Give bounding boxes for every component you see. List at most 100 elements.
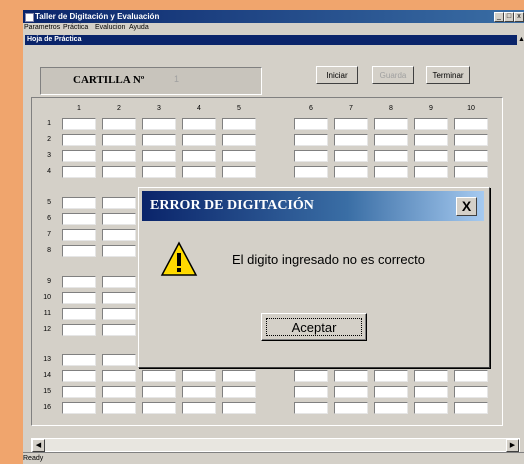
digit-input-r16-c1[interactable]: [62, 402, 96, 414]
digit-input-r2-c4[interactable]: [182, 134, 216, 146]
digit-input-r2-c3[interactable]: [142, 134, 176, 146]
digit-input-r1-c3[interactable]: [142, 118, 176, 130]
menu-parametros[interactable]: Parametros: [24, 23, 60, 33]
digit-input-r3-c4[interactable]: [182, 150, 216, 162]
digit-input-r1-c6[interactable]: [294, 118, 328, 130]
digit-input-r15-c3[interactable]: [142, 386, 176, 398]
digit-input-r14-c4[interactable]: [182, 370, 216, 382]
digit-input-r1-c2[interactable]: [102, 118, 136, 130]
digit-input-r2-c1[interactable]: [62, 134, 96, 146]
digit-input-r3-c10[interactable]: [454, 150, 488, 162]
digit-input-r1-c7[interactable]: [334, 118, 368, 130]
digit-input-r16-c7[interactable]: [334, 402, 368, 414]
minimize-button[interactable]: _: [494, 12, 504, 22]
menu-practica[interactable]: Práctica: [63, 23, 88, 33]
terminar-button[interactable]: Terminar: [426, 66, 470, 84]
digit-input-r5-c2[interactable]: [102, 197, 136, 209]
digit-input-r16-c2[interactable]: [102, 402, 136, 414]
digit-input-r15-c5[interactable]: [222, 386, 256, 398]
digit-input-r15-c7[interactable]: [334, 386, 368, 398]
iniciar-button[interactable]: Iniciar: [316, 66, 358, 84]
digit-input-r1-c1[interactable]: [62, 118, 96, 130]
digit-input-r16-c8[interactable]: [374, 402, 408, 414]
digit-input-r7-c1[interactable]: [62, 229, 96, 241]
digit-input-r15-c9[interactable]: [414, 386, 448, 398]
digit-input-r10-c1[interactable]: [62, 292, 96, 304]
digit-input-r3-c9[interactable]: [414, 150, 448, 162]
guardar-button[interactable]: Guarda: [372, 66, 414, 84]
digit-input-r14-c3[interactable]: [142, 370, 176, 382]
digit-input-r14-c7[interactable]: [334, 370, 368, 382]
digit-input-r16-c10[interactable]: [454, 402, 488, 414]
digit-input-r4-c4[interactable]: [182, 166, 216, 178]
digit-input-r8-c2[interactable]: [102, 245, 136, 257]
maximize-button[interactable]: □: [504, 12, 514, 22]
digit-input-r14-c8[interactable]: [374, 370, 408, 382]
digit-input-r16-c6[interactable]: [294, 402, 328, 414]
digit-input-r9-c2[interactable]: [102, 276, 136, 288]
digit-input-r16-c4[interactable]: [182, 402, 216, 414]
digit-input-r2-c9[interactable]: [414, 134, 448, 146]
close-button[interactable]: x: [514, 12, 524, 22]
digit-input-r15-c10[interactable]: [454, 386, 488, 398]
digit-input-r14-c9[interactable]: [414, 370, 448, 382]
digit-input-r14-c10[interactable]: [454, 370, 488, 382]
digit-input-r4-c7[interactable]: [334, 166, 368, 178]
digit-input-r12-c2[interactable]: [102, 324, 136, 336]
digit-input-r10-c2[interactable]: [102, 292, 136, 304]
digit-input-r4-c5[interactable]: [222, 166, 256, 178]
digit-input-r3-c5[interactable]: [222, 150, 256, 162]
digit-input-r15-c1[interactable]: [62, 386, 96, 398]
digit-input-r2-c2[interactable]: [102, 134, 136, 146]
aceptar-button[interactable]: Aceptar: [261, 313, 367, 341]
digit-input-r16-c5[interactable]: [222, 402, 256, 414]
scroll-right-arrow-icon[interactable]: ▶: [506, 439, 519, 452]
digit-input-r13-c2[interactable]: [102, 354, 136, 366]
digit-input-r15-c8[interactable]: [374, 386, 408, 398]
title-bar[interactable]: Taller de Digitación y Evaluación _ □ x: [23, 10, 524, 23]
digit-input-r3-c6[interactable]: [294, 150, 328, 162]
digit-input-r9-c1[interactable]: [62, 276, 96, 288]
dialog-title-bar[interactable]: ERROR DE DIGITACIÓN X: [142, 191, 484, 221]
digit-input-r14-c6[interactable]: [294, 370, 328, 382]
digit-input-r1-c9[interactable]: [414, 118, 448, 130]
digit-input-r4-c8[interactable]: [374, 166, 408, 178]
digit-input-r8-c1[interactable]: [62, 245, 96, 257]
digit-input-r4-c1[interactable]: [62, 166, 96, 178]
digit-input-r5-c1[interactable]: [62, 197, 96, 209]
digit-input-r4-c10[interactable]: [454, 166, 488, 178]
digit-input-r1-c5[interactable]: [222, 118, 256, 130]
digit-input-r11-c2[interactable]: [102, 308, 136, 320]
digit-input-r3-c8[interactable]: [374, 150, 408, 162]
digit-input-r3-c3[interactable]: [142, 150, 176, 162]
digit-input-r16-c9[interactable]: [414, 402, 448, 414]
digit-input-r12-c1[interactable]: [62, 324, 96, 336]
dialog-close-button[interactable]: X: [456, 197, 477, 216]
digit-input-r15-c2[interactable]: [102, 386, 136, 398]
digit-input-r15-c4[interactable]: [182, 386, 216, 398]
digit-input-r4-c2[interactable]: [102, 166, 136, 178]
digit-input-r2-c8[interactable]: [374, 134, 408, 146]
digit-input-r1-c8[interactable]: [374, 118, 408, 130]
digit-input-r4-c9[interactable]: [414, 166, 448, 178]
digit-input-r7-c2[interactable]: [102, 229, 136, 241]
digit-input-r6-c1[interactable]: [62, 213, 96, 225]
digit-input-r14-c2[interactable]: [102, 370, 136, 382]
digit-input-r14-c1[interactable]: [62, 370, 96, 382]
digit-input-r2-c7[interactable]: [334, 134, 368, 146]
digit-input-r1-c10[interactable]: [454, 118, 488, 130]
digit-input-r3-c1[interactable]: [62, 150, 96, 162]
menu-evalucion[interactable]: Evalucion: [95, 23, 125, 33]
digit-input-r15-c6[interactable]: [294, 386, 328, 398]
digit-input-r4-c3[interactable]: [142, 166, 176, 178]
digit-input-r3-c2[interactable]: [102, 150, 136, 162]
digit-input-r6-c2[interactable]: [102, 213, 136, 225]
scroll-left-arrow-icon[interactable]: ◀: [32, 439, 45, 452]
scroll-up-arrow-icon[interactable]: ▲: [518, 35, 524, 45]
digit-input-r13-c1[interactable]: [62, 354, 96, 366]
digit-input-r2-c5[interactable]: [222, 134, 256, 146]
digit-input-r1-c4[interactable]: [182, 118, 216, 130]
digit-input-r2-c10[interactable]: [454, 134, 488, 146]
horizontal-scrollbar[interactable]: ◀ ▶: [31, 438, 520, 452]
digit-input-r4-c6[interactable]: [294, 166, 328, 178]
